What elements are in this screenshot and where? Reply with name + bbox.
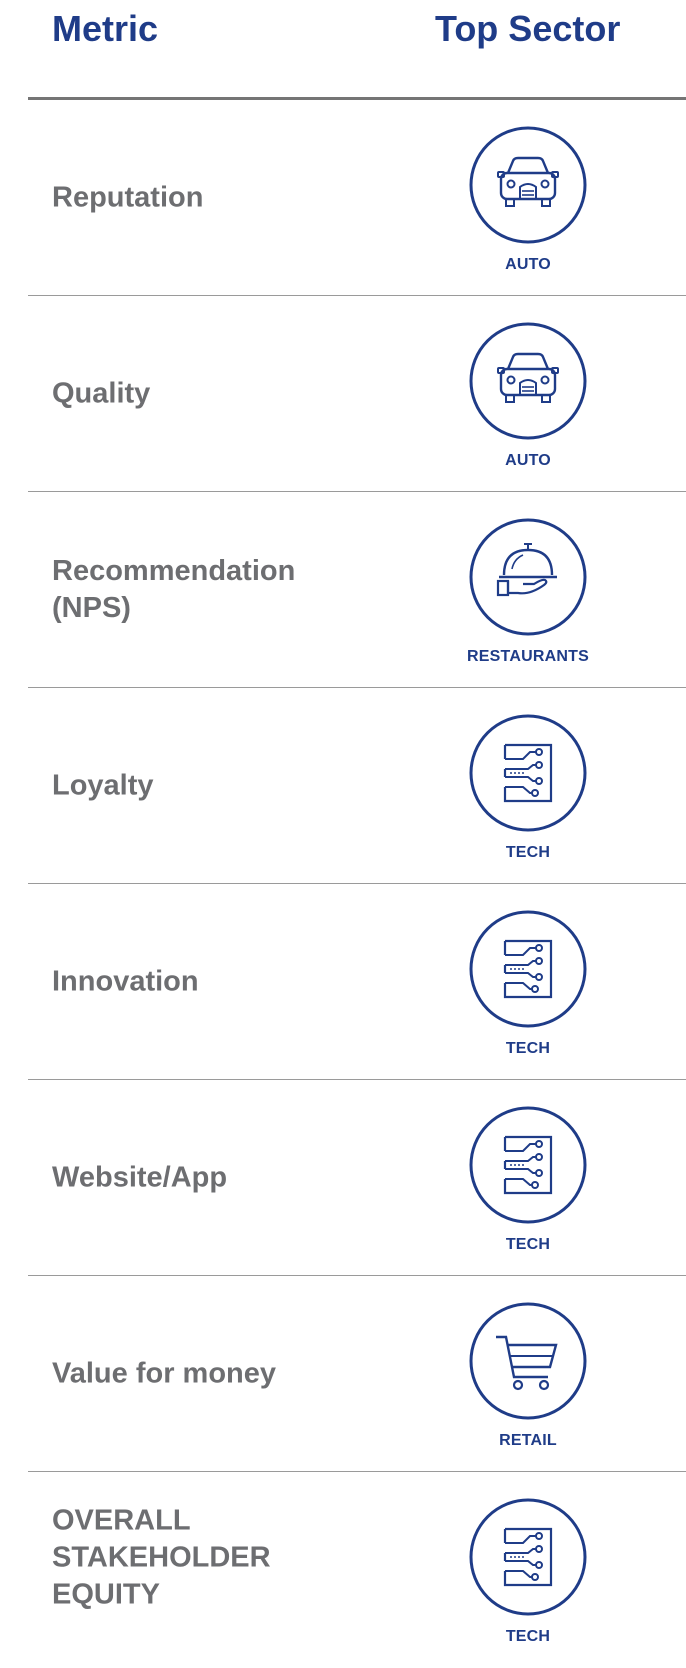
metric-label: Website/App [52,1161,228,1194]
metric-label: Quality [52,377,151,410]
circuit-icon [469,714,587,832]
cloche-icon [469,518,587,636]
sector-cell: AUTO [398,100,658,296]
metric-label: OVERALL STAKEHOLDER EQUITY [52,1504,271,1611]
car-icon [469,322,587,440]
metric-label: Reputation [52,181,204,214]
sector-cell: AUTO [398,296,658,492]
metric-column-header: Metric [52,8,159,49]
sector-cell: TECH [398,884,658,1080]
sector-label: RETAIL [499,1432,557,1449]
sector-label: TECH [505,844,551,861]
metric-label: Innovation [52,965,199,998]
table-header: Metric Top Sector [0,0,686,100]
metric-sector-table: Metric Top Sector Reputation AUTO Qualit… [0,0,686,1649]
table-row: Website/App TECH [28,1080,686,1276]
table-row: Innovation TECH [28,884,686,1080]
car-icon [469,126,587,244]
table-row: Reputation AUTO [28,100,686,296]
metric-label: Value for money [52,1357,277,1390]
circuit-icon [469,1498,587,1616]
table-row: Value for money RETAIL [28,1276,686,1472]
sector-cell: RESTAURANTS [398,492,658,688]
metric-label: Recommendation (NPS) [52,555,296,624]
table-row: Loyalty TECH [28,688,686,884]
sector-label: TECH [505,1236,551,1253]
circuit-icon [469,1106,587,1224]
sector-cell: TECH [398,1472,658,1668]
cart-icon [469,1302,587,1420]
sector-label: TECH [505,1040,551,1057]
table-row: Recommendation (NPS) RESTAURANTS [28,492,686,688]
table-row: Quality AUTO [28,296,686,492]
sector-label: TECH [505,1628,551,1645]
top-sector-column-header: Top Sector [435,8,621,49]
sector-cell: TECH [398,688,658,884]
sector-cell: TECH [398,1080,658,1276]
sector-label: RESTAURANTS [467,648,589,665]
circuit-icon [469,910,587,1028]
sector-cell: RETAIL [398,1276,658,1472]
sector-label: AUTO [505,452,551,469]
sector-label: AUTO [505,256,551,273]
table-row: OVERALL STAKEHOLDER EQUITY TECH [28,1472,686,1649]
metric-label: Loyalty [52,769,154,802]
